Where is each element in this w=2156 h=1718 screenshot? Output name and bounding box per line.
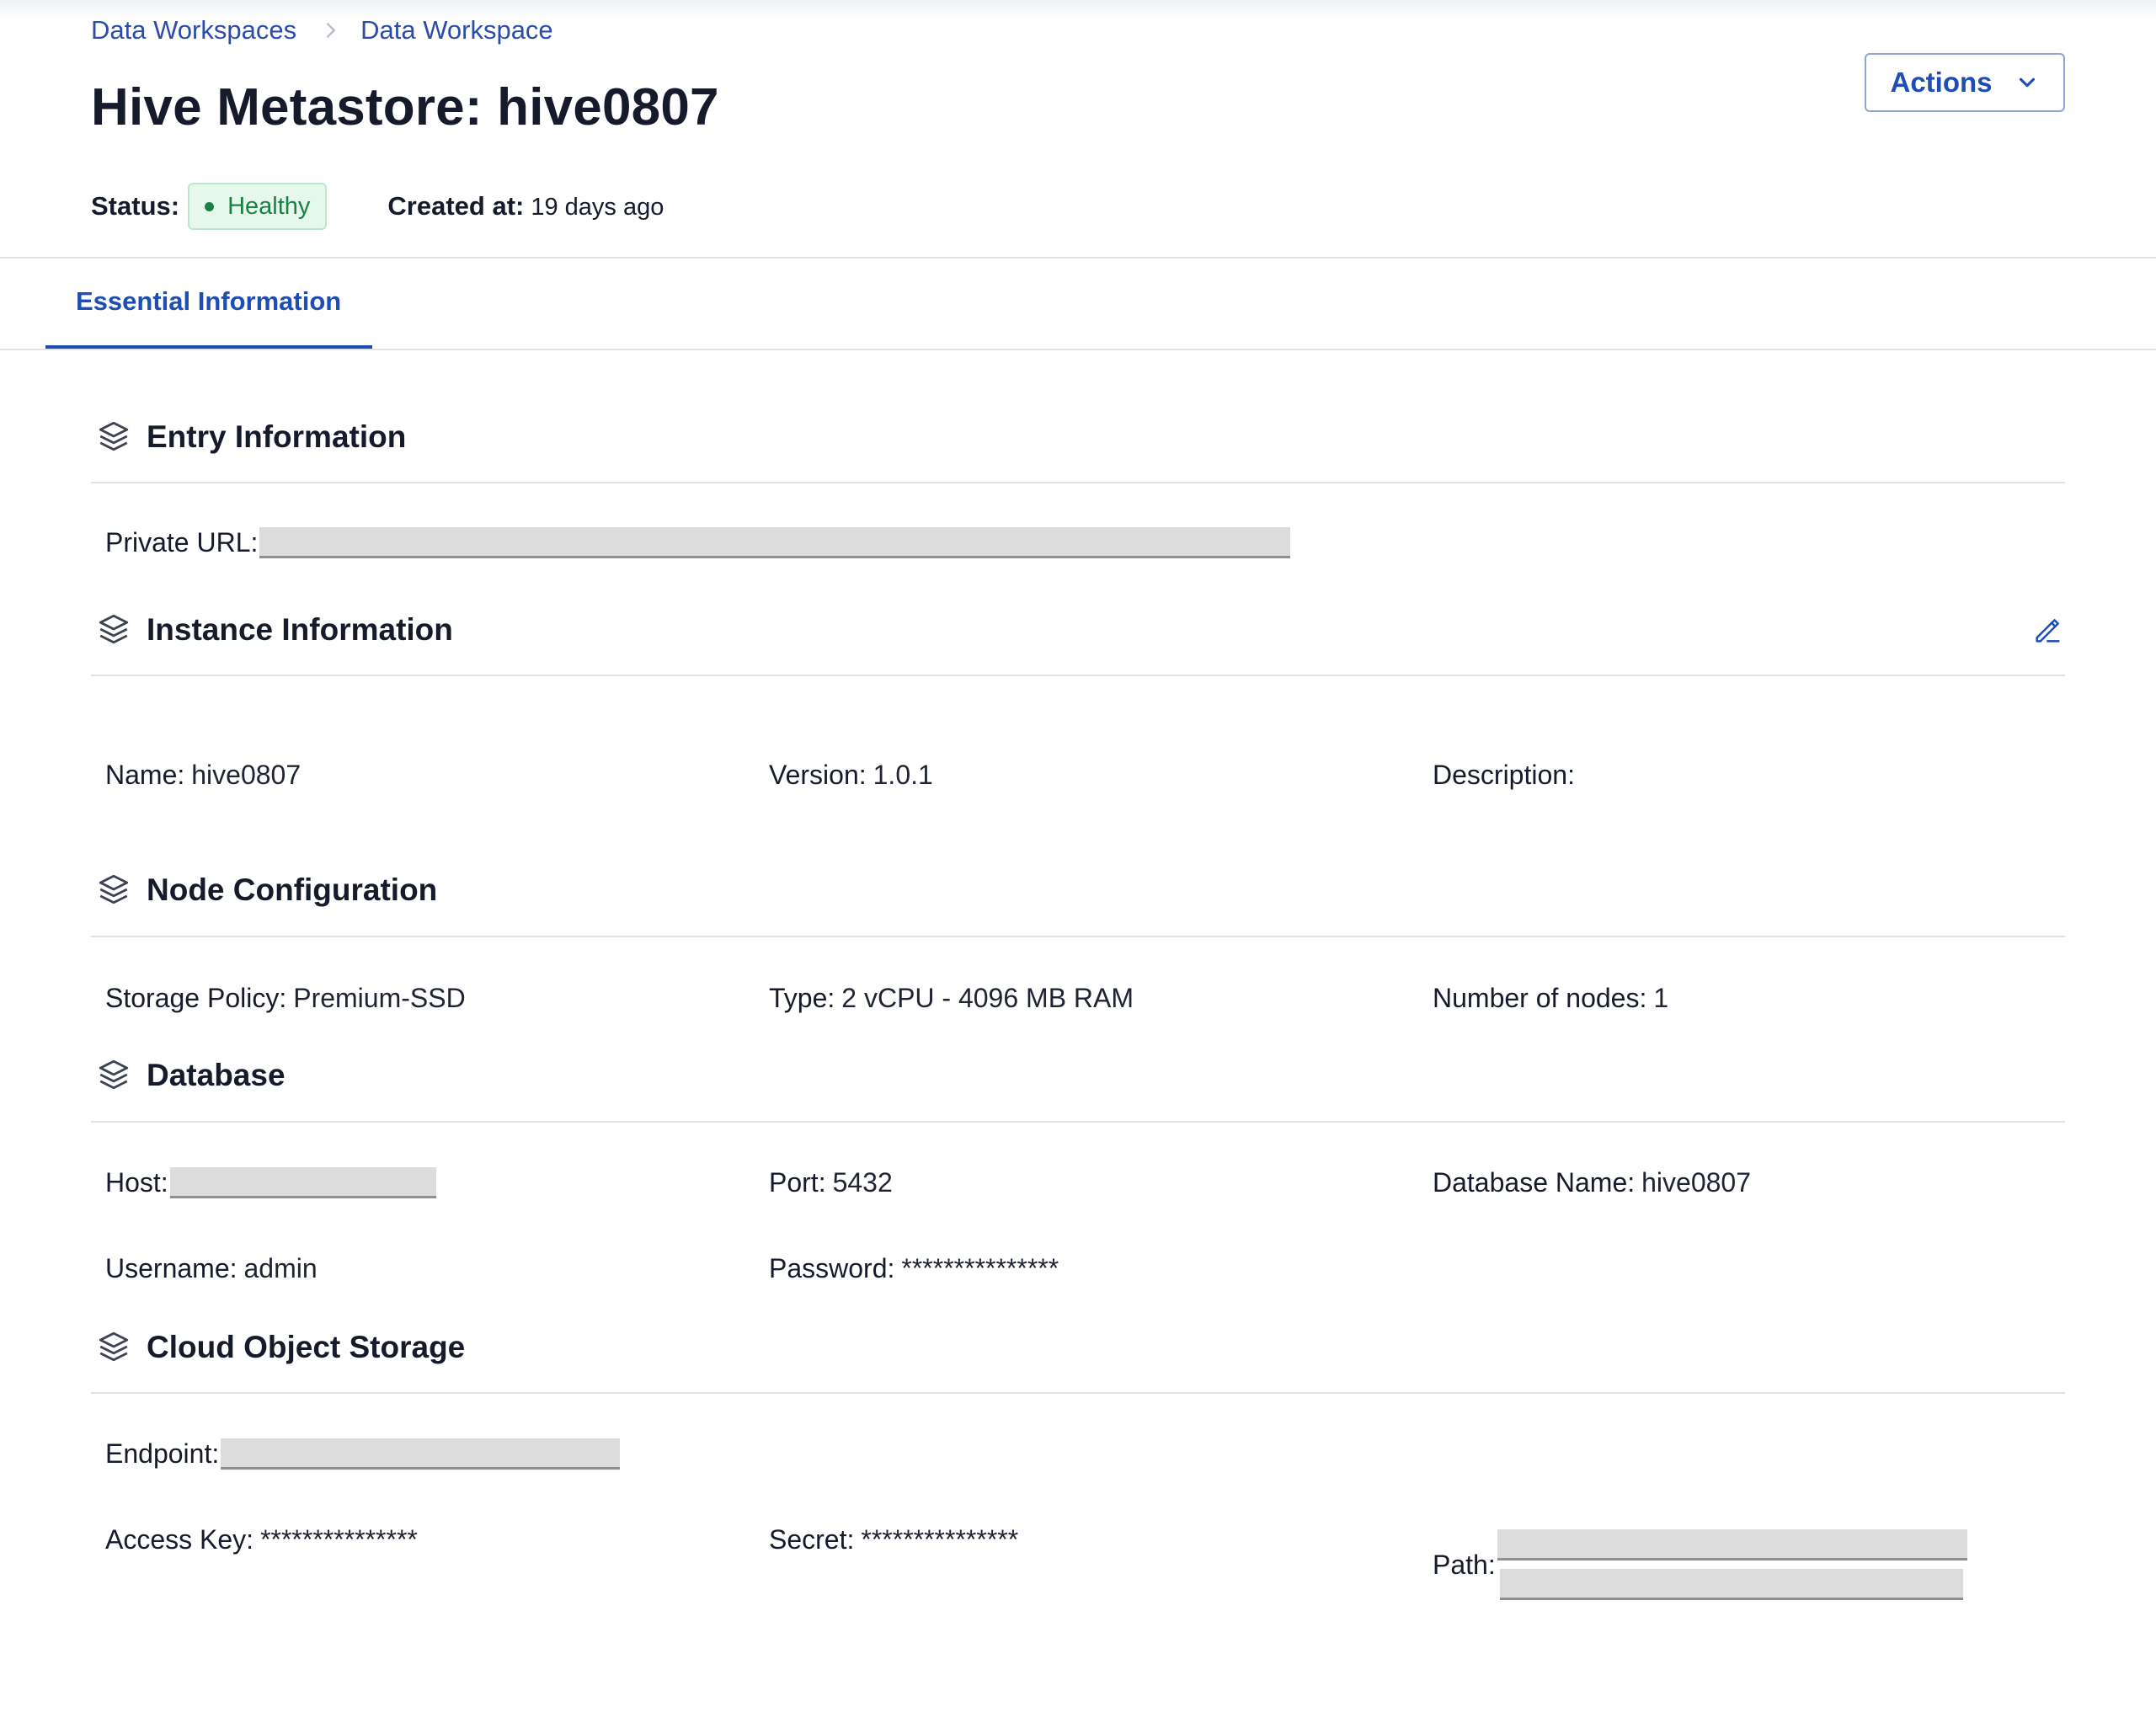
secret-field: Secret: *************** (769, 1524, 1018, 1555)
database-name-field: Database Name: hive0807 (1433, 1167, 1751, 1198)
endpoint-field: Endpoint: (105, 1438, 621, 1470)
secret-label: Secret: (769, 1524, 855, 1555)
layers-icon (99, 1059, 129, 1090)
section-title: Database (147, 1058, 286, 1092)
version-field: Version: 1.0.1 (769, 760, 933, 791)
path-field: Path: (1433, 1529, 1967, 1600)
endpoint-label: Endpoint: (105, 1438, 220, 1469)
section-entry-information: Entry Information (91, 419, 2065, 461)
host-label: Host: (105, 1167, 168, 1198)
actions-button[interactable]: Actions (1865, 53, 2065, 112)
status-badge: Healthy (188, 183, 328, 230)
section-title: Cloud Object Storage (147, 1330, 466, 1364)
endpoint-redacted (221, 1438, 621, 1470)
description-label: Description: (1433, 760, 1575, 790)
username-value: admin (243, 1253, 318, 1283)
path-redacted (1497, 1529, 1967, 1600)
section-divider (91, 1392, 2065, 1394)
tab-essential-information[interactable]: Essential Information (45, 285, 372, 350)
password-value: *************** (901, 1253, 1059, 1283)
created-value: 19 days ago (531, 194, 664, 221)
database-name-value: hive0807 (1641, 1167, 1752, 1198)
actions-button-label: Actions (1890, 67, 1993, 98)
access-key-field: Access Key: *************** (105, 1524, 418, 1555)
section-instance-information: Instance Information (91, 611, 2065, 654)
created-at: Created at: 19 days ago (387, 191, 664, 221)
name-value: hive0807 (191, 760, 302, 790)
section-divider (91, 482, 2065, 483)
status-label: Status: (91, 191, 180, 221)
status-value: Healthy (227, 192, 311, 220)
layers-icon (99, 614, 129, 644)
page-title: Hive Metastore: hive0807 (91, 78, 719, 136)
access-key-value: *************** (260, 1524, 418, 1555)
status-dot-icon (205, 201, 215, 211)
breadcrumb: Data Workspaces Data Workspace (91, 15, 553, 45)
section-title: Node Configuration (147, 872, 438, 907)
storage-policy-label: Storage Policy: (105, 983, 287, 1013)
breadcrumb-data-workspace[interactable]: Data Workspace (360, 15, 553, 45)
port-field: Port: 5432 (769, 1167, 893, 1198)
database-name-label: Database Name: (1433, 1167, 1636, 1198)
description-field: Description: (1433, 760, 1582, 791)
port-value: 5432 (832, 1167, 893, 1198)
username-label: Username: (105, 1253, 237, 1283)
path-redacted-line (1497, 1529, 1967, 1561)
path-label: Path: (1433, 1549, 1496, 1580)
version-label: Version: (769, 760, 867, 790)
port-label: Port: (769, 1167, 826, 1198)
tabbar-divider (0, 349, 2156, 350)
section-title: Entry Information (147, 419, 407, 454)
host-field: Host: (105, 1167, 436, 1198)
section-divider (91, 675, 2065, 676)
storage-policy-field: Storage Policy: Premium-SSD (105, 983, 466, 1014)
type-label: Type: (769, 983, 835, 1013)
tab-label: Essential Information (76, 286, 342, 316)
chevron-down-icon (2019, 77, 2035, 88)
nodes-label: Number of nodes: (1433, 983, 1647, 1013)
password-field: Password: *************** (769, 1253, 1059, 1284)
section-divider (91, 1121, 2065, 1123)
section-divider (91, 936, 2065, 937)
nodes-field: Number of nodes: 1 (1433, 983, 1668, 1014)
host-redacted (169, 1167, 436, 1198)
type-field: Type: 2 vCPU - 4096 MB RAM (769, 983, 1134, 1014)
password-label: Password: (769, 1253, 895, 1283)
breadcrumb-data-workspaces[interactable]: Data Workspaces (91, 15, 296, 45)
chevron-right-icon (326, 23, 336, 38)
pencil-icon[interactable] (2031, 613, 2065, 647)
section-cloud-object-storage: Cloud Object Storage (91, 1329, 2065, 1371)
private-url-redacted (259, 527, 1291, 558)
created-label: Created at: (387, 191, 525, 221)
name-field: Name: hive0807 (105, 760, 301, 791)
section-title: Instance Information (147, 612, 453, 647)
section-database: Database (91, 1057, 2065, 1099)
private-url-label: Private URL: (105, 527, 259, 558)
private-url-field: Private URL: (105, 527, 1291, 558)
username-field: Username: admin (105, 1253, 318, 1284)
path-redacted-line (1499, 1569, 1963, 1600)
type-value: 2 vCPU - 4096 MB RAM (841, 983, 1134, 1013)
layers-icon (99, 1331, 129, 1362)
meta-row: Status: Healthy Created at: 19 days ago (91, 183, 664, 230)
secret-value: *************** (861, 1524, 1019, 1555)
layers-icon (99, 874, 129, 904)
name-label: Name: (105, 760, 185, 790)
nodes-value: 1 (1653, 983, 1669, 1013)
layers-icon (99, 421, 129, 451)
version-value: 1.0.1 (873, 760, 933, 790)
storage-policy-value: Premium-SSD (293, 983, 466, 1013)
header-divider (0, 257, 2156, 259)
access-key-label: Access Key: (105, 1524, 254, 1555)
section-node-configuration: Node Configuration (91, 872, 2065, 914)
